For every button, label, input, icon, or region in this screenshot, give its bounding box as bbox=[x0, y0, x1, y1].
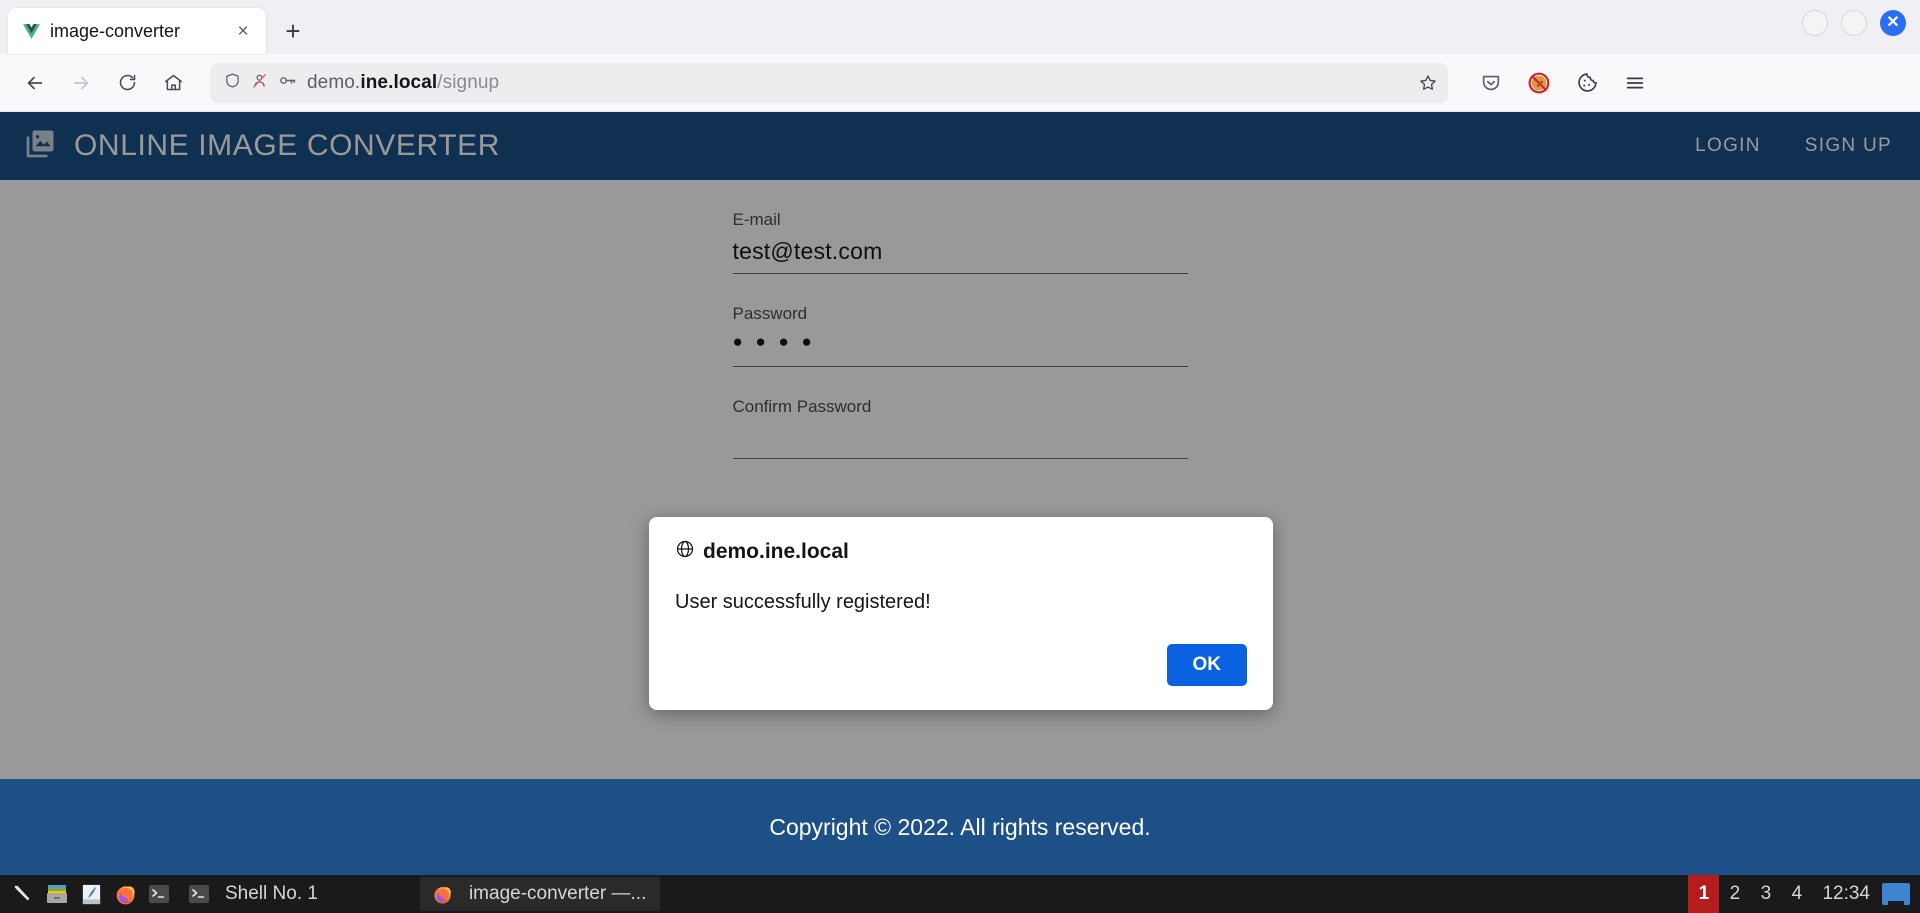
tracker-blocked-icon[interactable] bbox=[251, 71, 268, 95]
password-input[interactable]: ● ● ● ● bbox=[732, 332, 1188, 367]
tab-strip: image-converter × + ✕ bbox=[0, 0, 1920, 54]
browser-window: image-converter × + ✕ demo.ine.local/sig… bbox=[0, 0, 1920, 875]
shield-icon[interactable] bbox=[224, 71, 241, 95]
dialog-origin: demo.ine.local bbox=[703, 540, 849, 563]
password-label: Password bbox=[732, 304, 808, 323]
taskbar: Shell No. 1 image-converter —... 1 2 3 4… bbox=[0, 875, 1920, 913]
tab-title: image-converter bbox=[50, 20, 181, 41]
password-field-group: Password ● ● ● ● bbox=[732, 304, 1188, 367]
site-brand[interactable]: ONLINE IMAGE CONVERTER bbox=[22, 126, 500, 167]
workspace-4[interactable]: 4 bbox=[1781, 875, 1812, 913]
url-bar[interactable]: demo.ine.local/signup bbox=[210, 62, 1448, 103]
vue-logo-icon bbox=[22, 22, 40, 40]
new-tab-button[interactable]: + bbox=[274, 12, 312, 50]
url-host: ine.local bbox=[360, 71, 438, 93]
cookie-icon[interactable] bbox=[1566, 62, 1608, 104]
email-input[interactable]: test@test.com bbox=[732, 238, 1188, 274]
site-header: ONLINE IMAGE CONVERTER LOGIN SIGN UP bbox=[0, 112, 1920, 180]
maximize-button[interactable] bbox=[1841, 10, 1867, 36]
navigation-toolbar: demo.ine.local/signup bbox=[0, 54, 1920, 112]
workspace-2[interactable]: 2 bbox=[1719, 875, 1750, 913]
globe-icon bbox=[675, 539, 695, 565]
browser-tab[interactable]: image-converter × bbox=[8, 8, 266, 54]
alert-dialog: demo.ine.local User successfully registe… bbox=[649, 517, 1273, 710]
key-icon[interactable] bbox=[278, 71, 297, 95]
dialog-message: User successfully registered! bbox=[675, 591, 931, 613]
minimize-button[interactable] bbox=[1802, 10, 1828, 36]
home-button[interactable] bbox=[152, 62, 194, 104]
pocket-icon[interactable] bbox=[1470, 62, 1512, 104]
window-controls: ✕ bbox=[1802, 10, 1906, 36]
url-path: /signup bbox=[437, 71, 500, 93]
star-icon[interactable] bbox=[1418, 73, 1438, 93]
web-page: ONLINE IMAGE CONVERTER LOGIN SIGN UP E-m… bbox=[0, 112, 1920, 875]
dialog-title: demo.ine.local bbox=[675, 539, 1247, 565]
confirm-password-label: Confirm Password bbox=[732, 397, 872, 416]
email-label: E-mail bbox=[732, 210, 781, 229]
cookie-blocked-icon[interactable] bbox=[1518, 62, 1560, 104]
url-prefix: demo. bbox=[307, 71, 361, 93]
confirm-password-field-group: Confirm Password bbox=[732, 397, 1188, 459]
tools-icon[interactable] bbox=[6, 877, 40, 911]
workspace-3[interactable]: 3 bbox=[1750, 875, 1781, 913]
clock: 12:34 bbox=[1822, 883, 1870, 904]
dialog-actions: OK bbox=[675, 644, 1247, 686]
dialog-ok-button[interactable]: OK bbox=[1166, 644, 1247, 686]
image-library-icon bbox=[22, 126, 58, 167]
show-desktop-icon[interactable] bbox=[1882, 883, 1910, 905]
taskbar-status-area: 1 2 3 4 12:34 bbox=[1688, 875, 1920, 913]
email-field-group: E-mail test@test.com bbox=[732, 210, 1188, 274]
terminal-icon bbox=[182, 877, 216, 911]
text-editor-icon[interactable] bbox=[74, 877, 108, 911]
firefox-icon bbox=[426, 877, 460, 911]
menu-icon[interactable] bbox=[1614, 62, 1656, 104]
taskbar-window-shell[interactable]: Shell No. 1 bbox=[176, 877, 332, 911]
taskbar-window-browser[interactable]: image-converter —... bbox=[419, 877, 661, 911]
taskbar-window-shell-label: Shell No. 1 bbox=[225, 883, 318, 904]
site-title: ONLINE IMAGE CONVERTER bbox=[74, 129, 501, 162]
url-text[interactable]: demo.ine.local/signup bbox=[307, 72, 1408, 94]
confirm-password-input[interactable] bbox=[732, 425, 1188, 459]
back-button[interactable] bbox=[14, 62, 56, 104]
taskbar-window-browser-label: image-converter —... bbox=[468, 883, 647, 904]
workspace-1[interactable]: 1 bbox=[1688, 875, 1720, 913]
close-tab-icon[interactable]: × bbox=[230, 18, 256, 44]
copyright-text: Copyright © 2022. All rights reserved. bbox=[769, 813, 1151, 840]
close-window-button[interactable]: ✕ bbox=[1880, 10, 1906, 36]
firefox-icon[interactable] bbox=[108, 877, 142, 911]
nav-login[interactable]: LOGIN bbox=[1695, 135, 1761, 157]
site-nav: LOGIN SIGN UP bbox=[1695, 135, 1892, 157]
terminal-icon[interactable] bbox=[142, 877, 176, 911]
forward-button[interactable] bbox=[60, 62, 102, 104]
reload-button[interactable] bbox=[106, 62, 148, 104]
nav-signup[interactable]: SIGN UP bbox=[1805, 135, 1892, 157]
browser-toolbar-actions bbox=[1470, 62, 1656, 104]
file-manager-icon[interactable] bbox=[40, 877, 74, 911]
site-footer: Copyright © 2022. All rights reserved. bbox=[0, 779, 1920, 875]
